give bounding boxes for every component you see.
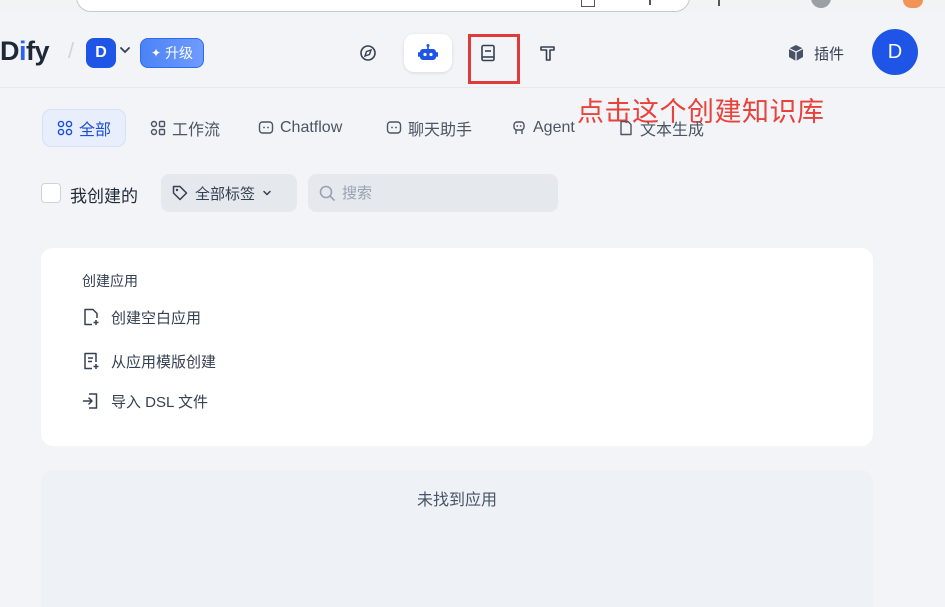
- bookmark-icon[interactable]: [649, 0, 659, 5]
- browser-address-bar[interactable]: [76, 0, 690, 12]
- file-plus-icon: [84, 308, 99, 326]
- robot-icon: [418, 44, 438, 60]
- upgrade-button[interactable]: ✦ 升级: [140, 38, 205, 68]
- browser-extension-icon[interactable]: [903, 0, 923, 8]
- tab-workflow[interactable]: 工作流: [136, 109, 234, 147]
- annotation-highlight-box: [468, 34, 520, 84]
- extensions-icon[interactable]: [712, 0, 720, 6]
- install-app-icon[interactable]: [581, 0, 595, 7]
- nav-studio[interactable]: [404, 34, 452, 72]
- tab-text-generation[interactable]: 文本生成: [604, 109, 718, 147]
- search-icon: [319, 185, 335, 201]
- import-dsl-button[interactable]: 导入 DSL 文件: [81, 389, 208, 413]
- search-box[interactable]: [308, 174, 558, 212]
- tab-chat-assistant[interactable]: 聊天助手: [372, 109, 486, 147]
- nav-explore[interactable]: [344, 34, 392, 72]
- created-by-me-checkbox[interactable]: [41, 183, 61, 203]
- created-by-me-label[interactable]: 我创建的: [70, 182, 138, 207]
- nav-tools[interactable]: [524, 34, 572, 72]
- grid-icon: [57, 120, 73, 136]
- search-input[interactable]: [342, 184, 542, 202]
- import-icon: [82, 393, 98, 409]
- create-app-card: 创建应用 创建空白应用 从应用模版创建 导入 DSL 文件: [41, 248, 873, 446]
- chat-bubble-icon: [258, 121, 274, 134]
- sparkle-icon: ✦: [151, 46, 162, 60]
- empty-state-text: 未找到应用: [416, 492, 497, 509]
- chat-bubble-icon: [386, 121, 402, 134]
- document-icon: [620, 120, 632, 136]
- workspace-avatar[interactable]: D: [86, 38, 116, 68]
- tab-chatflow[interactable]: Chatflow: [244, 109, 356, 147]
- tools-icon: [540, 46, 555, 61]
- create-blank-app-button[interactable]: 创建空白应用: [81, 305, 201, 329]
- cube-icon: [788, 45, 804, 61]
- tag-icon: [172, 185, 188, 201]
- create-app-title: 创建应用: [82, 273, 138, 289]
- user-avatar[interactable]: D: [872, 29, 918, 75]
- tab-all[interactable]: 全部: [42, 109, 127, 147]
- tab-agent[interactable]: Agent: [497, 109, 589, 147]
- plugins-button[interactable]: 插件: [786, 42, 844, 64]
- tag-filter-dropdown[interactable]: 全部标签: [161, 174, 297, 212]
- chevron-down-icon[interactable]: [118, 43, 132, 57]
- chevron-down-icon: [263, 190, 271, 196]
- agent-icon: [513, 121, 525, 134]
- compass-icon: [360, 45, 376, 61]
- breadcrumb-separator: /: [68, 38, 75, 63]
- empty-state-card: 未找到应用: [41, 470, 873, 607]
- dify-logo[interactable]: Dify: [0, 36, 50, 67]
- browser-profile-icon[interactable]: [811, 0, 831, 8]
- browser-toolbar: [0, 0, 945, 14]
- workflow-icon: [150, 120, 166, 136]
- create-from-template-button[interactable]: 从应用模版创建: [81, 349, 216, 373]
- template-icon: [84, 352, 99, 370]
